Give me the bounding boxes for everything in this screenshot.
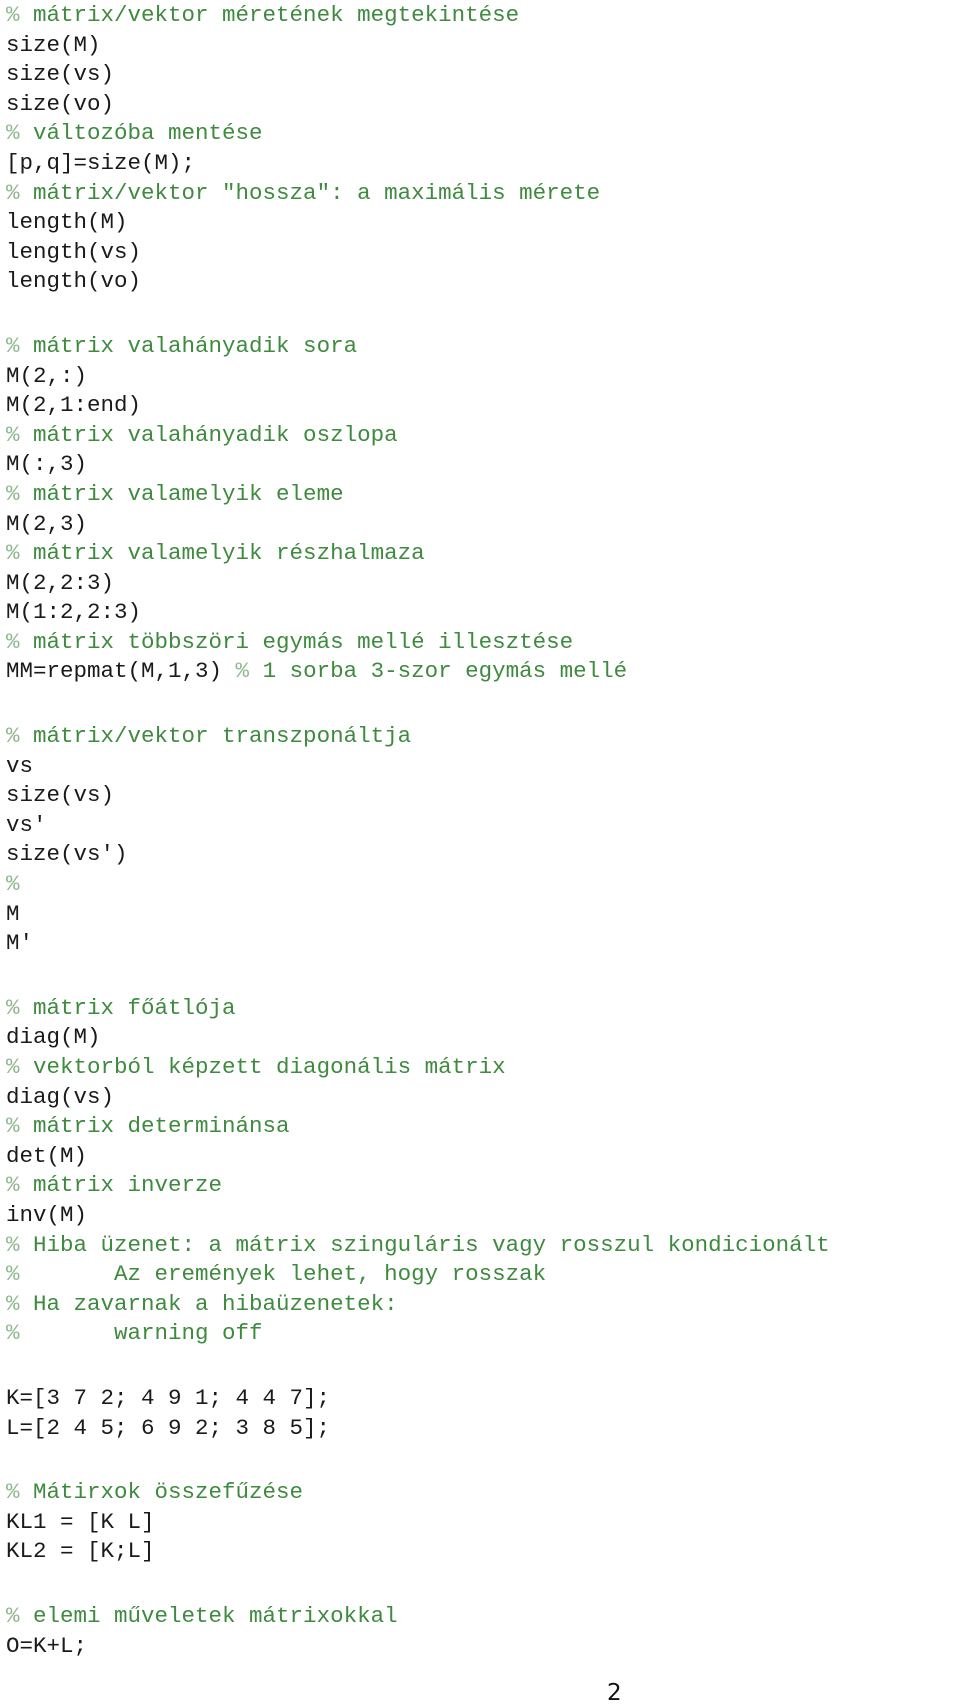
comment-text: mátrix valamelyik részhalmaza bbox=[19, 540, 425, 567]
comment-marker: % bbox=[6, 1261, 20, 1288]
comment-line: % mátrix determinánsa bbox=[6, 1112, 830, 1142]
code-line: M(1:2,2:3) bbox=[6, 599, 142, 626]
code-line-with-comment: MM=repmat(M,1,3) % 1 sorba 3-szor egymás… bbox=[6, 657, 830, 687]
code-line: size(M) bbox=[6, 31, 101, 58]
code-line: vs bbox=[6, 752, 34, 779]
code-line: M(2,:) bbox=[6, 362, 88, 389]
code-line: O=K+L; bbox=[6, 1632, 88, 1659]
comment-line: % változóba mentése bbox=[6, 119, 830, 149]
comment-marker: % bbox=[6, 120, 20, 147]
comment-marker: % bbox=[6, 480, 20, 507]
comment-line: % mátrix/vektor transzponáltja bbox=[6, 722, 830, 752]
comment-text: Hiba üzenet: a mátrix szinguláris vagy r… bbox=[19, 1231, 830, 1258]
comment-text: mátrix valahányadik sora bbox=[19, 332, 358, 359]
code-line: vs' bbox=[6, 811, 47, 838]
comment-marker: % bbox=[6, 1320, 20, 1347]
code-line: M(2,1:end) bbox=[6, 392, 142, 419]
comment-line: % elemi műveletek mátrixokkal bbox=[6, 1602, 830, 1632]
comment-line: % Mátirxok összefűzése bbox=[6, 1478, 830, 1508]
comment-text: mátrix/vektor méretének megtekintése bbox=[19, 2, 520, 28]
comment-text: warning off bbox=[19, 1320, 263, 1347]
comment-text: mátrix/vektor transzponáltja bbox=[19, 723, 412, 750]
comment-line: % mátrix/vektor méretének megtekintése bbox=[6, 1, 830, 31]
comment-marker: % bbox=[6, 1231, 20, 1258]
code-line: inv(M) bbox=[6, 1201, 88, 1228]
comment-text: mátrix determinánsa bbox=[19, 1113, 290, 1140]
comment-marker: % bbox=[6, 628, 20, 655]
comment-line: % mátrix valahányadik sora bbox=[6, 332, 830, 362]
code-line: diag(vs) bbox=[6, 1083, 115, 1110]
comment-marker: % bbox=[6, 1054, 20, 1080]
code-line: M' bbox=[6, 930, 34, 957]
code-line: size(vo) bbox=[6, 90, 115, 117]
comment-line: % bbox=[6, 870, 830, 900]
comment-line: % mátrix valahányadik oszlopa bbox=[6, 421, 830, 451]
comment-marker: % bbox=[6, 1602, 20, 1629]
comment-marker: % bbox=[6, 994, 20, 1021]
code-line: length(M) bbox=[6, 209, 128, 236]
comment-marker: % bbox=[6, 723, 20, 750]
comment-text: Ha zavarnak a hibaüzenetek: bbox=[19, 1290, 398, 1317]
code-line: M(2,2:3) bbox=[6, 569, 115, 596]
code-line: M(:,3) bbox=[6, 451, 88, 478]
comment-line: % mátrix/vektor "hossza": a maximális mé… bbox=[6, 179, 830, 209]
code-text: MM=repmat(M,1,3) bbox=[6, 658, 236, 685]
comment-text: vektorból képzett diagonális mátrix bbox=[19, 1054, 506, 1080]
comment-text: Mátirxok összefűzése bbox=[19, 1479, 304, 1506]
code-line: size(vs) bbox=[6, 61, 115, 88]
comment-line: % mátrix valamelyik részhalmaza bbox=[6, 539, 830, 569]
comment-marker: % bbox=[6, 871, 20, 898]
comment-line: % warning off bbox=[6, 1319, 830, 1349]
code-line: KL2 = [K;L] bbox=[6, 1538, 155, 1565]
code-line: size(vs) bbox=[6, 782, 115, 809]
comment-line: % Hiba üzenet: a mátrix szinguláris vagy… bbox=[6, 1231, 830, 1261]
comment-text: mátrix valamelyik eleme bbox=[19, 480, 344, 507]
code-line: [p,q]=size(M); bbox=[6, 149, 196, 176]
comment-line: % Az eremények lehet, hogy rosszak bbox=[6, 1260, 830, 1290]
code-listing: % mátrix/vektor méretének megtekintése si… bbox=[6, 1, 830, 1661]
code-line: det(M) bbox=[6, 1142, 88, 1169]
page-number: 2 bbox=[607, 1680, 622, 1706]
comment-line: % mátrix inverze bbox=[6, 1171, 830, 1201]
comment-line: % vektorból képzett diagonális mátrix bbox=[6, 1053, 830, 1083]
code-line: size(vs') bbox=[6, 841, 128, 868]
comment-text: 1 sorba 3-szor egymás mellé bbox=[249, 658, 628, 685]
comment-text: elemi műveletek mátrixokkal bbox=[19, 1602, 398, 1629]
comment-text: mátrix inverze bbox=[19, 1172, 223, 1199]
comment-text: mátrix valahányadik oszlopa bbox=[19, 421, 398, 448]
code-line: diag(M) bbox=[6, 1024, 101, 1051]
comment-text: Az eremények lehet, hogy rosszak bbox=[19, 1261, 547, 1288]
code-line: length(vs) bbox=[6, 238, 142, 265]
code-line: L=[2 4 5; 6 9 2; 3 8 5]; bbox=[6, 1414, 331, 1441]
comment-line: % mátrix főátlója bbox=[6, 994, 830, 1024]
comment-line: % Ha zavarnak a hibaüzenetek: bbox=[6, 1290, 830, 1320]
comment-marker: % bbox=[6, 1479, 20, 1506]
comment-text: mátrix többszöri egymás mellé illesztése bbox=[19, 628, 574, 655]
code-line: KL1 = [K L] bbox=[6, 1508, 155, 1535]
comment-marker: % bbox=[6, 332, 20, 359]
comment-marker: % bbox=[6, 1113, 20, 1140]
code-line: length(vo) bbox=[6, 268, 142, 295]
code-line: M bbox=[6, 900, 20, 927]
comment-text: mátrix főátlója bbox=[19, 994, 236, 1021]
comment-text: változóba mentése bbox=[19, 120, 263, 147]
code-line: K=[3 7 2; 4 9 1; 4 4 7]; bbox=[6, 1384, 331, 1411]
comment-marker: % bbox=[235, 658, 250, 685]
comment-marker: % bbox=[6, 540, 20, 567]
comment-marker: % bbox=[6, 179, 20, 206]
comment-marker: % bbox=[6, 421, 20, 448]
code-line: M(2,3) bbox=[6, 510, 88, 537]
comment-text: mátrix/vektor "hossza": a maximális mére… bbox=[19, 179, 601, 206]
comment-marker: % bbox=[6, 1290, 20, 1317]
comment-marker: % bbox=[6, 2, 20, 28]
comment-line: % mátrix valamelyik eleme bbox=[6, 480, 830, 510]
comment-line: % mátrix többszöri egymás mellé illeszté… bbox=[6, 628, 830, 658]
comment-marker: % bbox=[6, 1172, 20, 1199]
